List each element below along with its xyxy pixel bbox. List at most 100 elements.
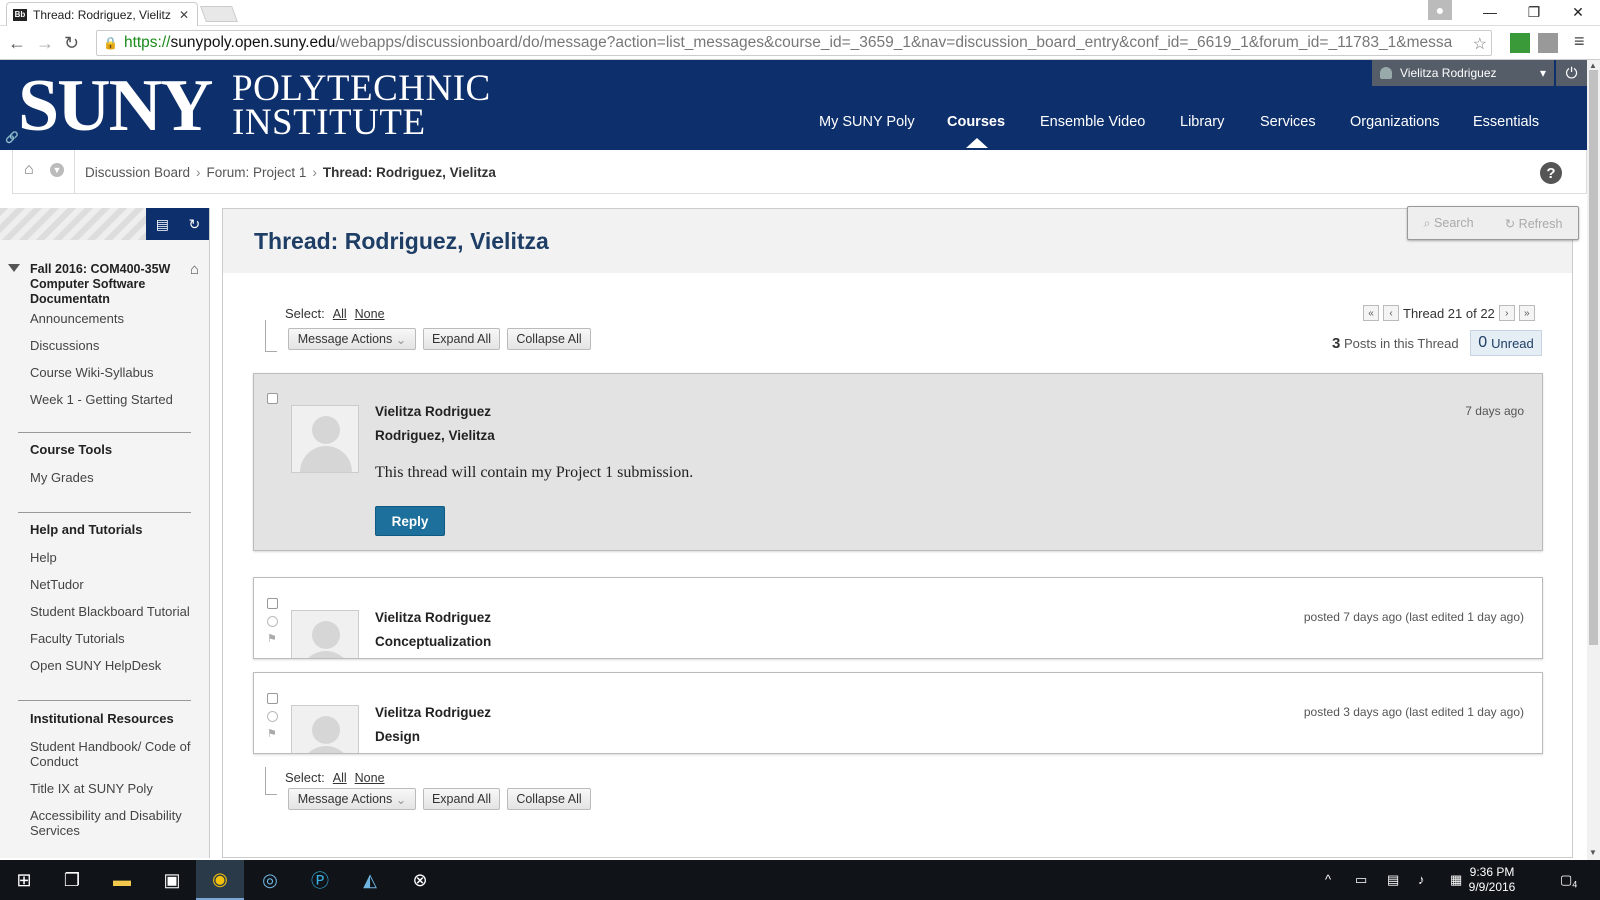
taskbar-clock[interactable]: 9:36 PM 9/9/2016 (1462, 865, 1522, 895)
message-checkbox[interactable] (267, 393, 278, 404)
menu-item-help[interactable]: Help (30, 550, 195, 565)
back-icon[interactable]: ← (8, 33, 26, 54)
menu-item-discussions[interactable]: Discussions (30, 338, 195, 353)
reply-button[interactable]: Reply (375, 506, 445, 536)
tray-chevron-icon[interactable]: ^ (1325, 872, 1331, 887)
new-tab-button[interactable] (200, 6, 238, 22)
minimize-button[interactable]: — (1468, 0, 1512, 24)
nav-organizations[interactable]: Organizations (1350, 114, 1439, 130)
read-status-icon[interactable] (267, 616, 278, 627)
message-item[interactable]: ⚑ Vielitza Rodriguez Conceptualization p… (253, 577, 1543, 659)
menu-item-week-1[interactable]: Week 1 - Getting Started (30, 392, 195, 407)
menu-heading-help[interactable]: Help and Tutorials (30, 522, 142, 537)
task-view-icon[interactable]: ❐ (48, 860, 96, 900)
message-author[interactable]: Vielitza Rodriguez (375, 705, 491, 720)
search-button[interactable]: ⌕ Search (1424, 216, 1474, 231)
message-subject[interactable]: Conceptualization (375, 634, 491, 649)
reload-icon[interactable]: ↻ (64, 33, 79, 54)
message-checkbox[interactable] (267, 693, 278, 704)
first-thread-icon[interactable]: « (1363, 305, 1379, 321)
last-thread-icon[interactable]: » (1518, 305, 1535, 321)
next-thread-icon[interactable]: › (1498, 305, 1515, 321)
expand-all-button[interactable]: Expand All (423, 328, 500, 350)
select-all-link[interactable]: All (333, 771, 347, 785)
prev-thread-icon[interactable]: ‹ (1383, 305, 1399, 321)
nav-library[interactable]: Library (1180, 114, 1224, 130)
file-explorer-icon[interactable]: ▬ (98, 860, 146, 900)
collapse-triangle-icon[interactable] (8, 264, 20, 272)
flag-icon[interactable]: ⚑ (267, 727, 277, 740)
course-home-icon[interactable]: ⌂ (190, 261, 199, 278)
scroll-up-icon[interactable]: ▲ (1589, 61, 1597, 70)
menu-item-my-grades[interactable]: My Grades (30, 470, 195, 485)
select-none-link[interactable]: None (355, 771, 385, 785)
refresh-icon[interactable]: ↻ (189, 216, 201, 233)
chevron-down-icon[interactable]: ▼ (50, 163, 64, 177)
collapse-all-button[interactable]: Collapse All (507, 328, 591, 350)
keyboard-icon[interactable]: ▦ (1450, 872, 1462, 888)
course-title[interactable]: Fall 2016: COM400-35W Computer Software … (30, 262, 180, 307)
bookmark-star-icon[interactable]: ☆ (1472, 34, 1487, 54)
volume-muted-icon[interactable]: ♪ (1418, 872, 1425, 887)
tab-close-icon[interactable]: ✕ (177, 8, 191, 22)
app-icon[interactable]: ◎ (246, 860, 294, 900)
refresh-button[interactable]: ↻ Refresh (1505, 216, 1563, 231)
network-icon[interactable]: ▤ (1387, 872, 1399, 888)
app-icon-2[interactable]: ◭ (346, 860, 394, 900)
folder-view-icon[interactable]: ▤ (156, 216, 169, 233)
home-icon[interactable]: ⌂ (24, 161, 34, 179)
browser-tab[interactable]: Bb Thread: Rodriguez, Vielitz ✕ (6, 2, 198, 26)
nav-ensemble-video[interactable]: Ensemble Video (1040, 114, 1145, 130)
forward-icon[interactable]: → (36, 33, 54, 54)
restore-button[interactable]: ❐ (1512, 0, 1556, 24)
select-all-link[interactable]: All (333, 307, 347, 321)
message-subject[interactable]: Design (375, 729, 420, 744)
message-item[interactable]: ⚑ Vielitza Rodriguez Design posted 3 day… (253, 672, 1543, 754)
scroll-down-icon[interactable]: ▼ (1589, 848, 1597, 857)
menu-heading-course-tools[interactable]: Course Tools (30, 442, 112, 457)
nav-courses[interactable]: Courses (947, 114, 1005, 130)
message-actions-button[interactable]: Message Actions ⌄ (288, 328, 416, 350)
action-center-icon[interactable]: ▢4 (1560, 872, 1577, 890)
logout-icon[interactable]: ⏻ (1556, 60, 1587, 86)
chrome-icon[interactable]: ◉ (196, 860, 244, 900)
extension-icon[interactable] (1510, 33, 1530, 53)
menu-item-title-ix[interactable]: Title IX at SUNY Poly (30, 781, 195, 796)
help-icon[interactable]: ? (1540, 162, 1562, 184)
flag-icon[interactable]: ⚑ (267, 632, 277, 645)
message-author[interactable]: Vielitza Rodriguez (375, 404, 491, 419)
menu-item-nettudor[interactable]: NetTudor (30, 577, 195, 592)
read-status-icon[interactable] (267, 711, 278, 722)
menu-item-handbook[interactable]: Student Handbook/ Code of Conduct (30, 739, 195, 769)
p-app-icon[interactable]: Ⓟ (296, 860, 344, 900)
expand-all-button[interactable]: Expand All (423, 788, 500, 810)
menu-item-faculty-tutorials[interactable]: Faculty Tutorials (30, 631, 195, 646)
site-logo[interactable]: SUNY (18, 66, 213, 146)
user-menu[interactable]: Vielitza Rodriguez ▾ (1372, 60, 1554, 86)
scrollbar-thumb[interactable] (1589, 70, 1598, 645)
unread-badge[interactable]: 0 Unread (1470, 330, 1542, 356)
menu-item-helpdesk[interactable]: Open SUNY HelpDesk (30, 658, 195, 673)
select-none-link[interactable]: None (355, 307, 385, 321)
menu-item-bb-tutorial[interactable]: Student Blackboard Tutorial (30, 604, 195, 619)
menu-item-accessibility[interactable]: Accessibility and Disability Services (30, 808, 195, 838)
menu-item-wiki-syllabus[interactable]: Course Wiki-Syllabus (30, 365, 195, 380)
close-window-button[interactable]: ✕ (1556, 0, 1600, 24)
tablet-icon[interactable]: ▭ (1355, 872, 1367, 888)
message-actions-button[interactable]: Message Actions ⌄ (288, 788, 416, 810)
xbox-icon[interactable]: ⊗ (396, 860, 444, 900)
url-field[interactable]: 🔒 https://sunypoly.open.suny.edu/webapps… (96, 30, 1492, 56)
browser-menu-icon[interactable]: ≡ (1574, 31, 1585, 52)
message-author[interactable]: Vielitza Rodriguez (375, 610, 491, 625)
breadcrumb-forum[interactable]: Forum: Project 1 (207, 165, 307, 180)
breadcrumb-discussion-board[interactable]: Discussion Board (85, 165, 190, 180)
menu-heading-institutional[interactable]: Institutional Resources (30, 711, 174, 726)
extension-icon-2[interactable] (1538, 33, 1558, 53)
store-icon[interactable]: ▣ (148, 860, 196, 900)
menu-item-announcements[interactable]: Announcements (30, 311, 195, 326)
nav-essentials[interactable]: Essentials (1473, 114, 1539, 130)
profile-icon[interactable]: ● (1428, 0, 1452, 20)
nav-my-suny-poly[interactable]: My SUNY Poly (819, 114, 915, 130)
windows-start-icon[interactable]: ⊞ (0, 860, 48, 900)
collapse-all-button[interactable]: Collapse All (507, 788, 591, 810)
